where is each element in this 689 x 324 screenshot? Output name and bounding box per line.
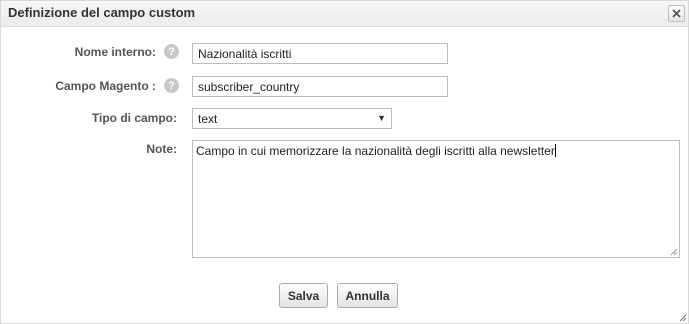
dialog-resize-grip-icon[interactable] [678, 313, 687, 322]
notes-label: Note: [146, 142, 177, 156]
close-icon [672, 9, 681, 18]
magento-field-help-icon[interactable]: ? [164, 78, 179, 93]
internal-name-label: Nome interno: [74, 45, 156, 59]
magento-field-label: Campo Magento : [55, 79, 156, 93]
notes-text: Campo in cui memorizzare la nazionalità … [196, 144, 555, 158]
field-type-select[interactable]: text ▼ [192, 108, 392, 129]
dialog-title: Definizione del campo custom [8, 5, 196, 20]
dialog-titlebar[interactable]: Definizione del campo custom [1, 1, 688, 27]
field-type-label: Tipo di campo: [91, 111, 177, 125]
cancel-button[interactable]: Annulla [337, 283, 398, 308]
field-type-selected-value: text [198, 112, 218, 126]
resize-grip-icon[interactable] [669, 247, 678, 256]
internal-name-input[interactable] [192, 43, 448, 64]
custom-field-dialog: Definizione del campo custom Nome intern… [0, 0, 689, 324]
save-button[interactable]: Salva [279, 283, 328, 308]
caret-down-icon: ▼ [377, 113, 386, 123]
internal-name-help-icon[interactable]: ? [164, 44, 179, 59]
magento-field-input[interactable] [192, 76, 448, 97]
close-button[interactable] [668, 5, 685, 22]
notes-textarea[interactable]: Campo in cui memorizzare la nazionalità … [192, 140, 680, 258]
text-caret [554, 144, 556, 157]
